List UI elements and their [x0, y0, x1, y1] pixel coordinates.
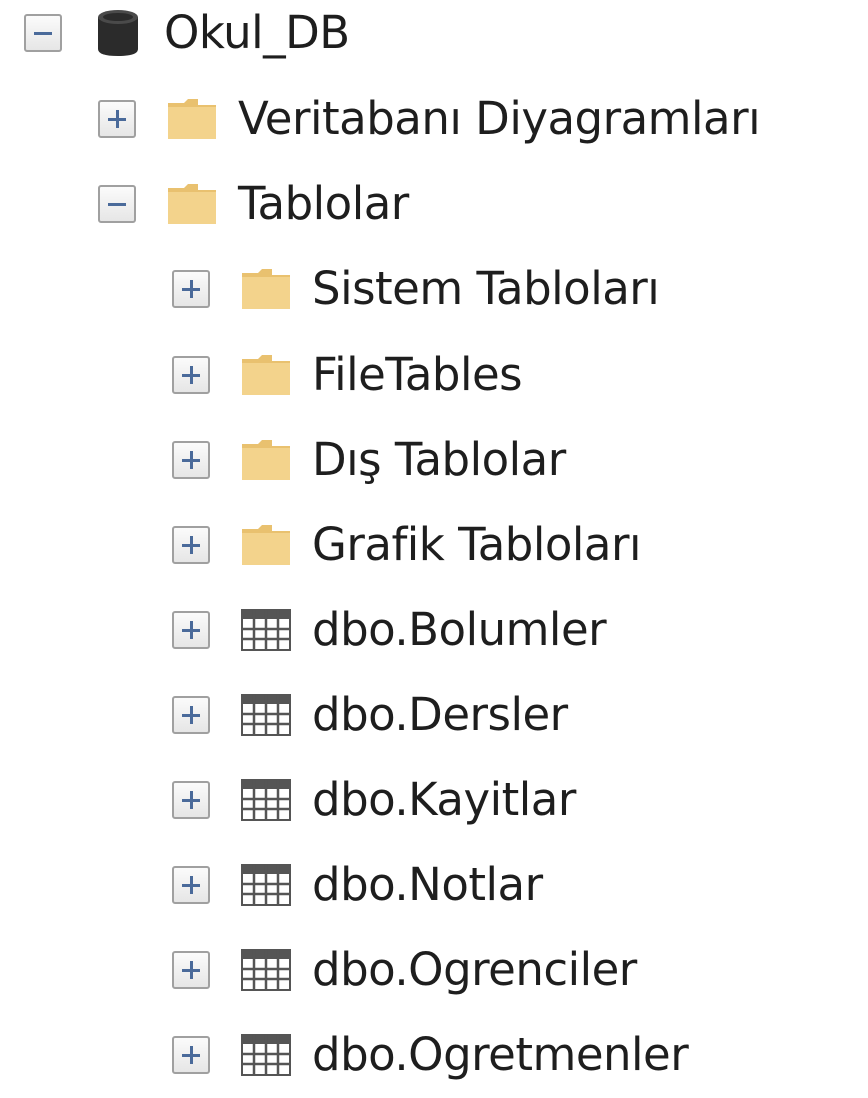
tree-node-label: Tablolar	[238, 177, 409, 230]
tree-node-graph-tables[interactable]: Grafik Tabloları	[172, 502, 641, 588]
expand-toggle[interactable]	[172, 441, 210, 479]
folder-icon	[240, 353, 292, 397]
collapse-toggle[interactable]	[24, 14, 62, 52]
table-icon	[240, 608, 292, 652]
expand-toggle[interactable]	[172, 611, 210, 649]
folder-icon	[240, 267, 292, 311]
tree-node-label: Sistem Tabloları	[312, 262, 660, 315]
folder-icon	[240, 438, 292, 482]
tree-node-label: dbo.Ogretmenler	[312, 1028, 689, 1081]
expand-toggle[interactable]	[172, 526, 210, 564]
expand-toggle[interactable]	[172, 951, 210, 989]
tree-node-label: FileTables	[312, 348, 523, 401]
tree-node-dbo-kayitlar[interactable]: dbo.Kayitlar	[172, 757, 576, 843]
tree-node-dbo-ogretmenler[interactable]: dbo.Ogretmenler	[172, 1012, 689, 1098]
tree-node-label: Veritabanı Diyagramları	[238, 92, 761, 145]
table-icon	[240, 693, 292, 737]
tree-node-dbo-ogrenciler[interactable]: dbo.Ogrenciler	[172, 927, 637, 1013]
tree-node-dbo-bolumler[interactable]: dbo.Bolumler	[172, 587, 607, 673]
collapse-toggle[interactable]	[98, 185, 136, 223]
folder-icon	[166, 182, 218, 226]
tree-node-filetables[interactable]: FileTables	[172, 332, 523, 418]
tree-node-external-tables[interactable]: Dış Tablolar	[172, 417, 566, 503]
database-icon	[92, 10, 144, 56]
tree-node-label: Okul_DB	[164, 6, 350, 59]
tree-node-label: Dış Tablolar	[312, 433, 566, 486]
expand-toggle[interactable]	[172, 696, 210, 734]
tree-node-tables[interactable]: Tablolar	[98, 161, 409, 247]
tree-node-label: dbo.Dersler	[312, 688, 568, 741]
tree-node-dbo-notlar[interactable]: dbo.Notlar	[172, 842, 543, 928]
expand-toggle[interactable]	[98, 100, 136, 138]
tree-node-diagrams[interactable]: Veritabanı Diyagramları	[98, 76, 761, 162]
expand-toggle[interactable]	[172, 356, 210, 394]
tree-node-label: dbo.Notlar	[312, 858, 543, 911]
tree-node-system-tables[interactable]: Sistem Tabloları	[172, 246, 660, 332]
expand-toggle[interactable]	[172, 270, 210, 308]
tree-node-label: dbo.Ogrenciler	[312, 943, 637, 996]
table-icon	[240, 948, 292, 992]
expand-toggle[interactable]	[172, 1036, 210, 1074]
tree-node-dbo-dersler[interactable]: dbo.Dersler	[172, 672, 568, 758]
tree-node-label: dbo.Kayitlar	[312, 773, 576, 826]
folder-icon	[166, 97, 218, 141]
tree-node-label: Grafik Tabloları	[312, 518, 641, 571]
object-explorer-tree: Okul_DB Veritabanı Diyagramları Tablolar	[0, 0, 868, 1092]
tree-node-label: dbo.Bolumler	[312, 603, 607, 656]
tree-node-okul-db[interactable]: Okul_DB	[24, 0, 350, 76]
expand-toggle[interactable]	[172, 866, 210, 904]
table-icon	[240, 778, 292, 822]
table-icon	[240, 863, 292, 907]
folder-icon	[240, 523, 292, 567]
expand-toggle[interactable]	[172, 781, 210, 819]
table-icon	[240, 1033, 292, 1077]
